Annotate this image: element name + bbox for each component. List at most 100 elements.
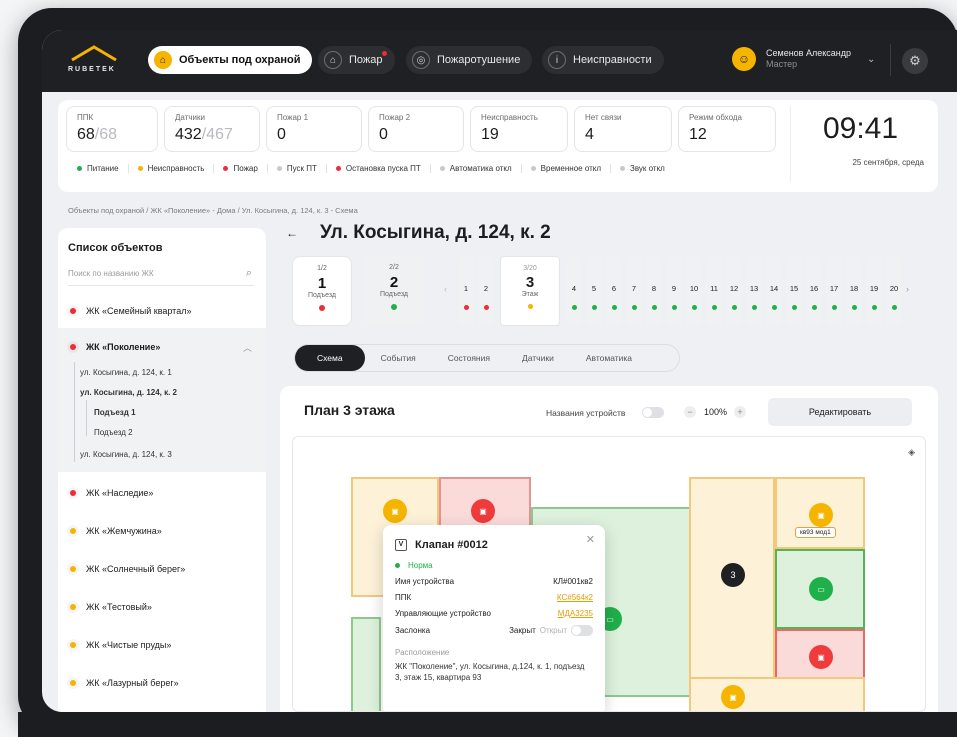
stat-ppk[interactable]: ППК 68/68: [66, 106, 158, 152]
plan-canvas[interactable]: ◈ ▣ ▣ ▭ 3 ▣ кв93 мод1 ▭ ▣ ▣ ✕ V Клапан #…: [292, 436, 926, 712]
tab-sensors[interactable]: Датчики: [506, 353, 570, 363]
search-placeholder: Поиск по названию ЖК: [68, 269, 154, 278]
entrance-card-1[interactable]: 1/2 1 Подъезд: [292, 256, 352, 326]
floor-12[interactable]: 12: [726, 256, 742, 326]
expanded-group: ЖК «Поколение» ︿ ул. Косыгина, д. 124, к.…: [58, 328, 266, 472]
room[interactable]: [689, 677, 865, 711]
legend-item: Неисправность: [129, 164, 215, 173]
stat-no-connection[interactable]: Нет связи 4: [574, 106, 672, 152]
stat-fire2[interactable]: Пожар 2 0: [368, 106, 464, 152]
ppk-link[interactable]: КС#564к2: [557, 593, 593, 602]
hub-node[interactable]: 3: [721, 563, 745, 587]
row-key: Заслонка: [395, 626, 431, 635]
list-item[interactable]: ЖК «Тестовый»: [58, 592, 266, 622]
sensor-icon[interactable]: ▣: [383, 499, 407, 523]
close-icon[interactable]: ✕: [586, 533, 595, 546]
floor-1[interactable]: 1: [458, 256, 474, 326]
gear-icon[interactable]: ⚙: [902, 48, 928, 74]
sub-item[interactable]: ул. Косыгина, д. 124, к. 3: [80, 450, 172, 459]
floor-2[interactable]: 2: [478, 256, 494, 326]
list-item[interactable]: ЖК «Солнечный берег»: [58, 554, 266, 584]
floor-16[interactable]: 16: [806, 256, 822, 326]
floor-7[interactable]: 7: [626, 256, 642, 326]
list-item[interactable]: ЖК «Семейный квартал»: [58, 296, 266, 326]
floor-3-current[interactable]: 3/20 3 Этаж: [500, 256, 560, 326]
legend-item: Пуск ПТ: [268, 164, 327, 173]
tab-protected-objects[interactable]: ⌂ Объекты под охраной: [148, 46, 313, 74]
floor-9[interactable]: 9: [666, 256, 682, 326]
floor-17[interactable]: 17: [826, 256, 842, 326]
edit-button[interactable]: Редактировать: [768, 398, 912, 426]
stat-fire1[interactable]: Пожар 1 0: [266, 106, 362, 152]
status-summary: ППК 68/68 Датчики 432/467 Пожар 1 0 Пожа…: [58, 100, 938, 192]
controller-link[interactable]: МДА3235: [558, 609, 593, 618]
sensor-icon[interactable]: ▣: [809, 645, 833, 669]
floor-8[interactable]: 8: [646, 256, 662, 326]
floor-4[interactable]: 4: [566, 256, 582, 326]
breadcrumb[interactable]: Объекты под охраной / ЖК «Поколение» - Д…: [68, 206, 358, 215]
tab-label: Пожаротушение: [437, 54, 521, 66]
floor-14[interactable]: 14: [766, 256, 782, 326]
tab-faults[interactable]: i Неисправности: [542, 46, 664, 74]
stat-value: 19: [481, 126, 499, 143]
list-item[interactable]: ЖК «Чистые пруды»: [58, 630, 266, 660]
floor-13[interactable]: 13: [746, 256, 762, 326]
sub-item[interactable]: ул. Косыгина, д. 124, к. 1: [80, 368, 172, 377]
stat-bypass[interactable]: Режим обхода 12: [678, 106, 776, 152]
stat-value: 12: [689, 126, 707, 143]
floor-20[interactable]: 20: [886, 256, 902, 326]
tab-scheme[interactable]: Схема: [295, 345, 365, 371]
legend-item: Остановка пуска ПТ: [327, 164, 431, 173]
tab-extinguishing[interactable]: ◎ Пожаротушение: [406, 46, 533, 74]
stat-value: 0: [379, 126, 388, 143]
clock-time: 09:41: [822, 112, 899, 145]
sub-item[interactable]: Подъезд 1: [94, 408, 136, 417]
back-arrow-icon[interactable]: ←: [286, 226, 298, 240]
zoom-out-button[interactable]: −: [684, 406, 696, 418]
clock: 09:41 25 сентября, среда: [790, 106, 930, 182]
chevron-left-icon[interactable]: ‹: [444, 284, 447, 294]
panel-icon[interactable]: ▭: [809, 577, 833, 601]
room[interactable]: [351, 617, 381, 711]
sub-item[interactable]: Подъезд 2: [94, 428, 133, 437]
sub-item[interactable]: ул. Косыгина, д. 124, к. 2: [80, 388, 177, 397]
zoom-in-button[interactable]: +: [734, 406, 746, 418]
sensor-icon[interactable]: ▣: [809, 503, 833, 527]
stat-total: /467: [201, 126, 233, 143]
app-screen: RUBETEK ⌂ Объекты под охраной ⌂ Пожар ◎ …: [42, 30, 957, 712]
list-item[interactable]: ЖК «Наследие»: [58, 478, 266, 508]
tab-events[interactable]: События: [365, 353, 432, 363]
floor-19[interactable]: 19: [866, 256, 882, 326]
sensor-icon[interactable]: ▣: [471, 499, 495, 523]
tab-fire[interactable]: ⌂ Пожар: [318, 46, 395, 74]
floor-15[interactable]: 15: [786, 256, 802, 326]
plan-title: План 3 этажа: [304, 402, 395, 418]
stat-label: Нет связи: [585, 113, 622, 122]
layers-icon[interactable]: ◈: [908, 447, 915, 458]
popup-title: Клапан #0012: [415, 539, 488, 551]
user-menu[interactable]: ☺ Семенов Александр Мастер ⌄: [732, 47, 875, 71]
floor-6[interactable]: 6: [606, 256, 622, 326]
search-input[interactable]: Поиск по названию ЖК ⌕: [68, 264, 254, 286]
tab-automation[interactable]: Автоматика: [570, 353, 648, 363]
list-item[interactable]: ЖК «Поколение» ︿: [58, 332, 266, 362]
stat-fault[interactable]: Неисправность 19: [470, 106, 568, 152]
tab-states[interactable]: Состояния: [432, 353, 506, 363]
chevron-right-icon[interactable]: ›: [906, 284, 909, 294]
device-names-toggle[interactable]: [642, 407, 664, 418]
list-item[interactable]: ЖК «Лазурный берег»: [58, 668, 266, 698]
floor-11[interactable]: 11: [706, 256, 722, 326]
device-names-label: Названия устройств: [546, 408, 626, 418]
floor-18[interactable]: 18: [846, 256, 862, 326]
floor-5[interactable]: 5: [586, 256, 602, 326]
list-item[interactable]: ЖК «Жемчужина»: [58, 516, 266, 546]
sidebar-title: Список объектов: [68, 242, 163, 254]
sensor-icon[interactable]: ▣: [721, 685, 745, 709]
entrance-card-2[interactable]: 2/2 2 Подъезд: [364, 256, 424, 326]
stat-sensors[interactable]: Датчики 432/467: [164, 106, 260, 152]
damper-toggle[interactable]: [571, 625, 593, 636]
floor-10[interactable]: 10: [686, 256, 702, 326]
home-icon: ⌂: [154, 51, 172, 69]
rubetek-logo[interactable]: RUBETEK: [68, 44, 120, 76]
zoom-level: 100%: [704, 407, 728, 417]
